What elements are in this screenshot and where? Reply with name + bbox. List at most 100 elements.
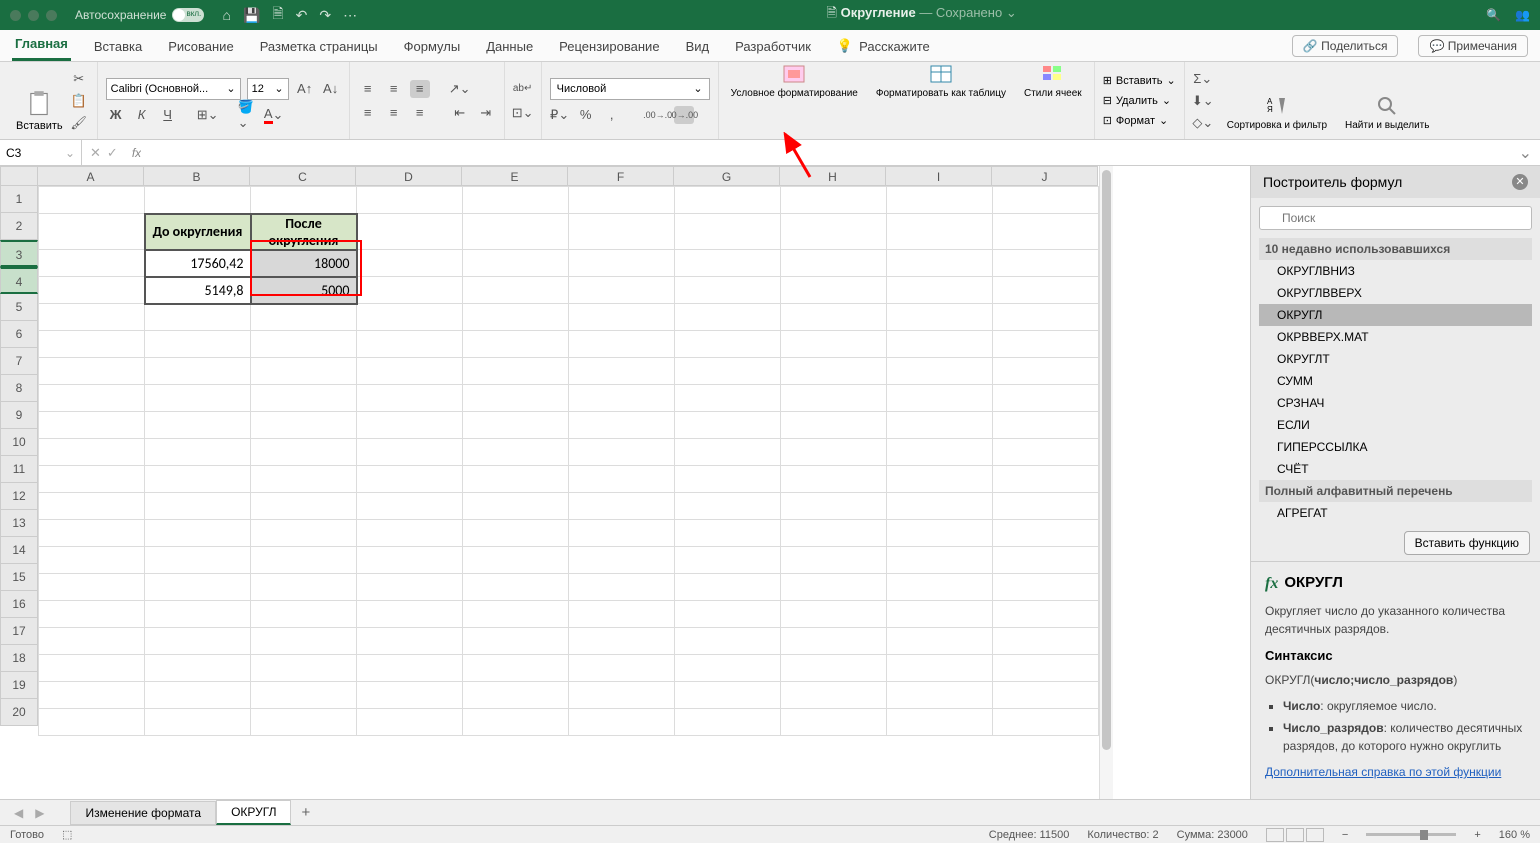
more-icon[interactable]: ⋯ [343, 7, 357, 24]
increase-decimal-icon[interactable]: .00→.0 [648, 106, 668, 124]
function-item[interactable]: ОКРУГЛВНИЗ [1259, 260, 1532, 282]
comments-button[interactable]: 💬 Примечания [1418, 35, 1528, 57]
function-item[interactable]: ОКРУГЛТ [1259, 348, 1532, 370]
accessibility-icon[interactable]: ⬚ [62, 828, 72, 841]
zoom-out-icon[interactable]: − [1342, 829, 1348, 841]
cancel-formula-icon[interactable]: ✕ [90, 145, 101, 161]
zoom-level[interactable]: 160 % [1499, 829, 1530, 841]
increase-indent-icon[interactable]: ⇥ [476, 104, 496, 122]
autosave-switch[interactable]: вкл. [172, 8, 204, 22]
close-pane-icon[interactable]: ✕ [1512, 174, 1528, 190]
format-painter-icon[interactable]: 🖌 [69, 114, 89, 132]
sheet-tab-1[interactable]: Изменение формата [70, 801, 216, 825]
window-controls[interactable] [10, 10, 57, 21]
function-item[interactable]: ОКРУГЛ [1259, 304, 1532, 326]
function-item[interactable]: СУММ [1259, 370, 1532, 392]
underline-button[interactable]: Ч [158, 106, 178, 124]
decrease-font-icon[interactable]: A↓ [321, 80, 341, 98]
add-sheet-icon[interactable]: + [291, 804, 320, 821]
decrease-indent-icon[interactable]: ⇤ [450, 104, 470, 122]
bold-button[interactable]: Ж [106, 106, 126, 124]
save-icon[interactable]: 💾 [243, 7, 260, 24]
font-selector[interactable]: Calibri (Основной...⌄ [106, 78, 241, 100]
align-left-icon[interactable]: ≡ [358, 104, 378, 122]
format-cells-button[interactable]: ⊡ Формат ⌄ [1103, 112, 1176, 130]
confirm-formula-icon[interactable]: ✓ [107, 145, 118, 161]
function-item[interactable]: ОКРВВЕРХ.МАТ [1259, 326, 1532, 348]
print-icon[interactable]: 🗎 [272, 3, 283, 27]
expand-formula-icon[interactable]: ⌄ [1511, 143, 1540, 163]
search-icon[interactable]: 🔍 [1486, 8, 1501, 22]
increase-font-icon[interactable]: A↑ [295, 80, 315, 98]
italic-button[interactable]: К [132, 106, 152, 124]
format-as-table-button[interactable]: Форматировать как таблицу [872, 62, 1010, 139]
share-button[interactable]: 🔗 Поделиться [1292, 35, 1399, 57]
delete-cells-button[interactable]: ⊟ Удалить ⌄ [1103, 92, 1176, 110]
function-item[interactable]: СЧЁТ [1259, 458, 1532, 480]
comma-icon[interactable]: , [602, 106, 622, 124]
function-search-input[interactable] [1259, 206, 1532, 230]
cell-styles-button[interactable]: Стили ячеек [1020, 62, 1086, 139]
formula-input[interactable] [141, 146, 1510, 160]
document-title: 🗎 Округление — Сохранено ⌄ [357, 4, 1486, 26]
tab-insert[interactable]: Вставка [91, 32, 145, 61]
align-right-icon[interactable]: ≡ [410, 104, 430, 122]
function-item[interactable]: АГРЕГАТ [1259, 502, 1532, 524]
zoom-slider[interactable] [1366, 833, 1456, 836]
find-select-button[interactable]: Найти и выделить [1341, 94, 1433, 132]
tell-me[interactable]: 💡 Расскажите [834, 31, 933, 61]
name-box[interactable]: C3⌄ [0, 140, 82, 165]
insert-function-button[interactable]: Вставить функцию [1404, 531, 1530, 555]
orientation-icon[interactable]: ↗⌄ [450, 80, 470, 98]
tab-review[interactable]: Рецензирование [556, 32, 662, 61]
tab-developer[interactable]: Разработчик [732, 32, 814, 61]
zoom-in-icon[interactable]: + [1474, 829, 1480, 841]
font-color-icon[interactable]: A⌄ [264, 106, 284, 124]
tab-data[interactable]: Данные [483, 32, 536, 61]
tab-formulas[interactable]: Формулы [401, 32, 464, 61]
conditional-formatting-button[interactable]: Условное форматирование [727, 62, 862, 139]
function-item[interactable]: ГИПЕРССЫЛКА [1259, 436, 1532, 458]
clear-icon[interactable]: ◇⌄ [1193, 114, 1213, 132]
wrap-text-icon[interactable]: ab↵ [513, 80, 533, 98]
sheet-tab-2[interactable]: ОКРУГЛ [216, 800, 291, 825]
prev-sheet-icon[interactable]: ◀ [8, 806, 29, 820]
function-item[interactable]: СРЗНАЧ [1259, 392, 1532, 414]
font-size-selector[interactable]: 12⌄ [247, 78, 289, 100]
home-icon[interactable]: ⌂ [222, 7, 230, 23]
sort-filter-button[interactable]: AЯ Сортировка и фильтр [1223, 94, 1331, 132]
align-middle-icon[interactable]: ≡ [384, 80, 404, 98]
borders-icon[interactable]: ⊞⌄ [198, 106, 218, 124]
autosum-icon[interactable]: Σ⌄ [1193, 70, 1213, 88]
paste-button[interactable]: Вставить [16, 90, 63, 132]
view-buttons[interactable] [1266, 828, 1324, 842]
undo-icon[interactable]: ↶ [296, 7, 308, 24]
function-item[interactable]: ОКРУГЛВВЕРХ [1259, 282, 1532, 304]
share-icon[interactable]: 👥 [1515, 8, 1530, 22]
align-bottom-icon[interactable]: ≡ [410, 80, 430, 98]
copy-icon[interactable]: 📋 [69, 92, 89, 110]
number-format-selector[interactable]: Числовой⌄ [550, 78, 710, 100]
function-item[interactable]: ЕСЛИ [1259, 414, 1532, 436]
tab-draw[interactable]: Рисование [165, 32, 236, 61]
tab-home[interactable]: Главная [12, 29, 71, 61]
spreadsheet-grid[interactable]: ABCDEFGHIJ123456789101112131415161718192… [0, 166, 1099, 799]
tab-layout[interactable]: Разметка страницы [257, 32, 381, 61]
tab-view[interactable]: Вид [683, 32, 713, 61]
fill-color-icon[interactable]: 🪣⌄ [238, 106, 258, 124]
vertical-scrollbar[interactable] [1099, 166, 1113, 799]
next-sheet-icon[interactable]: ▶ [29, 806, 50, 820]
merge-icon[interactable]: ⊡⌄ [513, 104, 533, 122]
percent-icon[interactable]: % [576, 106, 596, 124]
decrease-decimal-icon[interactable]: .0→.00 [674, 106, 694, 124]
cut-icon[interactable]: ✂ [69, 70, 89, 88]
redo-icon[interactable]: ↷ [319, 7, 331, 24]
currency-icon[interactable]: ₽⌄ [550, 106, 570, 124]
more-help-link[interactable]: Дополнительная справка по этой функции [1265, 765, 1501, 779]
function-list[interactable]: 10 недавно использовавшихся ОКРУГЛВНИЗОК… [1259, 238, 1532, 525]
align-top-icon[interactable]: ≡ [358, 80, 378, 98]
autosave-toggle[interactable]: Автосохранение вкл. [75, 8, 204, 22]
align-center-icon[interactable]: ≡ [384, 104, 404, 122]
insert-cells-button[interactable]: ⊞ Вставить ⌄ [1103, 72, 1176, 90]
fill-icon[interactable]: ⬇⌄ [1193, 92, 1213, 110]
